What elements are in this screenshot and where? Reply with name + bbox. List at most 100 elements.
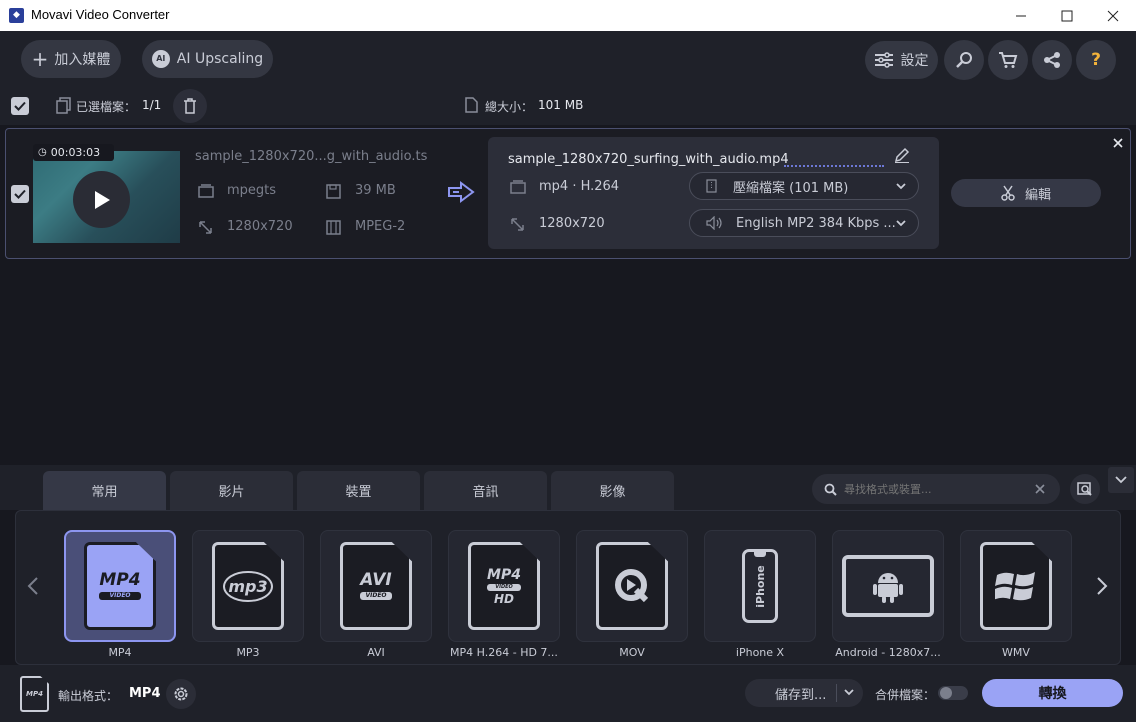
merge-files-toggle[interactable] [938,686,968,700]
select-all-checkbox[interactable] [11,97,29,115]
container-icon [198,184,214,198]
output-settings-button[interactable] [166,679,196,709]
minimize-button[interactable] [998,0,1044,31]
output-file-name[interactable]: sample_1280x720_surfing_with_audio.mp4 [508,152,789,167]
format-search-box[interactable] [812,474,1060,504]
container-icon [510,180,526,194]
plus-icon: + [31,47,49,71]
chevron-down-icon [1115,476,1127,484]
output-format-file-icon: MP4 [20,676,49,712]
tab-devices[interactable]: 裝置 [297,471,420,510]
device-detect-button[interactable] [1070,474,1100,504]
output-resolution: 1280x720 [539,216,605,231]
merge-files-label: 合併檔案： [875,688,936,702]
android-icon [873,573,903,603]
duration-text: 00:03:03 [50,146,101,159]
maximize-button[interactable] [1044,0,1090,31]
chevron-down-icon [896,220,906,227]
format-card-android[interactable] [832,530,944,642]
search-icon [956,52,972,68]
output-name-underline [784,165,884,167]
file-checkbox[interactable] [11,185,29,203]
files-icon [56,97,71,114]
format-tabs-bar: 常用 影片 裝置 音訊 影像 [0,465,1136,510]
compress-icon [706,179,717,193]
convert-arrow-icon [448,181,475,203]
format-search-input[interactable] [844,482,1029,496]
clear-search-icon[interactable] [1035,484,1045,494]
file-row[interactable]: ◷ 00:03:03 sample_1280x720...g_with_audi… [5,128,1131,259]
play-button[interactable] [73,171,130,228]
edit-button[interactable]: 編輯 [951,179,1101,207]
format-card-wmv[interactable] [960,530,1072,642]
tab-image[interactable]: 影像 [551,471,674,510]
minimize-icon [1016,15,1026,16]
share-button[interactable] [1032,40,1072,80]
speaker-icon [706,216,722,230]
format-card-avi[interactable]: AVI VIDEO [320,530,432,642]
ai-icon: AI [151,50,170,68]
ai-upscaling-button[interactable]: AI AI Upscaling [142,40,273,78]
compress-dropdown[interactable]: 壓縮檔案 (101 MB) [689,172,919,200]
codec-icon [326,220,341,235]
source-resolution: 1280x720 [227,219,293,234]
close-icon [1107,10,1119,21]
convert-button[interactable]: 轉換 [982,679,1123,707]
maximize-icon [1061,10,1073,21]
clock-icon: ◷ [38,147,47,158]
mp4-icon: MP4 VIDEO [84,542,156,630]
output-format-label: 輸出格式： [58,689,119,703]
windows-icon [980,542,1052,630]
tab-common[interactable]: 常用 [43,471,166,510]
tab-audio[interactable]: 音訊 [424,471,547,510]
delete-button[interactable] [173,89,207,123]
total-size-label: 總大小： [485,100,534,114]
sliders-icon [874,52,893,68]
save-to-dropdown[interactable]: 儲存到... [745,679,863,707]
format-label-iphone-x: iPhone X [735,646,785,659]
duration-badge: ◷ 00:03:03 [33,144,114,161]
close-window-button[interactable] [1090,0,1136,31]
check-icon [14,189,26,199]
format-label-avi: AVI [367,646,385,659]
selected-files-label: 已選檔案： [76,100,137,114]
pencil-icon[interactable] [894,147,910,163]
remove-file-icon[interactable] [1113,138,1123,148]
search-button[interactable] [944,40,984,80]
toggle-knob [940,687,952,699]
video-thumbnail[interactable] [33,151,180,243]
collapse-panel-button[interactable] [1108,467,1134,493]
format-card-mp4-hd[interactable]: MP4 VIDEO HD [448,530,560,642]
output-settings-box: sample_1280x720_surfing_with_audio.mp4 m… [488,137,939,249]
settings-button[interactable]: 設定 [865,41,938,79]
format-card-mp4[interactable]: MP4 VIDEO [64,530,176,642]
formats-panel: MP4 VIDEO MP4 mp3 MP3 AVI VIDEO AVI MP4 … [15,510,1121,665]
mp3-icon: mp3 [212,542,284,630]
check-icon [14,101,26,111]
audio-track-dropdown[interactable]: English MP2 384 Kbps ... [689,209,919,237]
format-card-mov[interactable] [576,530,688,642]
cart-button[interactable] [988,40,1028,80]
format-label-mov: MOV [619,646,645,659]
save-to-label: 儲存到... [775,687,827,703]
share-icon [1044,52,1060,68]
total-size-value: 101 MB [538,98,584,112]
selection-bar: 已選檔案： 1/1 總大小： 101 MB [0,87,1136,125]
source-container: mpegts [227,183,277,198]
settings-label: 設定 [900,53,929,69]
file-size-icon [465,97,478,113]
save-size-icon [326,184,341,199]
format-label-mp4-hd: MP4 H.264 - HD 7... [450,646,558,659]
window-title: Movavi Video Converter [31,7,170,22]
device-search-icon [1077,482,1092,496]
chevron-right-icon[interactable] [1096,577,1108,595]
source-codec: MPEG-2 [355,219,406,234]
format-card-iphone-x[interactable]: iPhone [704,530,816,642]
chevron-left-icon[interactable] [27,577,39,595]
avi-icon: AVI VIDEO [340,542,412,630]
help-button[interactable]: ? [1076,40,1116,80]
format-card-mp3[interactable]: mp3 [192,530,304,642]
format-label-mp3: MP3 [236,646,260,659]
add-media-button[interactable]: + 加入媒體 [21,40,121,78]
tab-video[interactable]: 影片 [170,471,293,510]
